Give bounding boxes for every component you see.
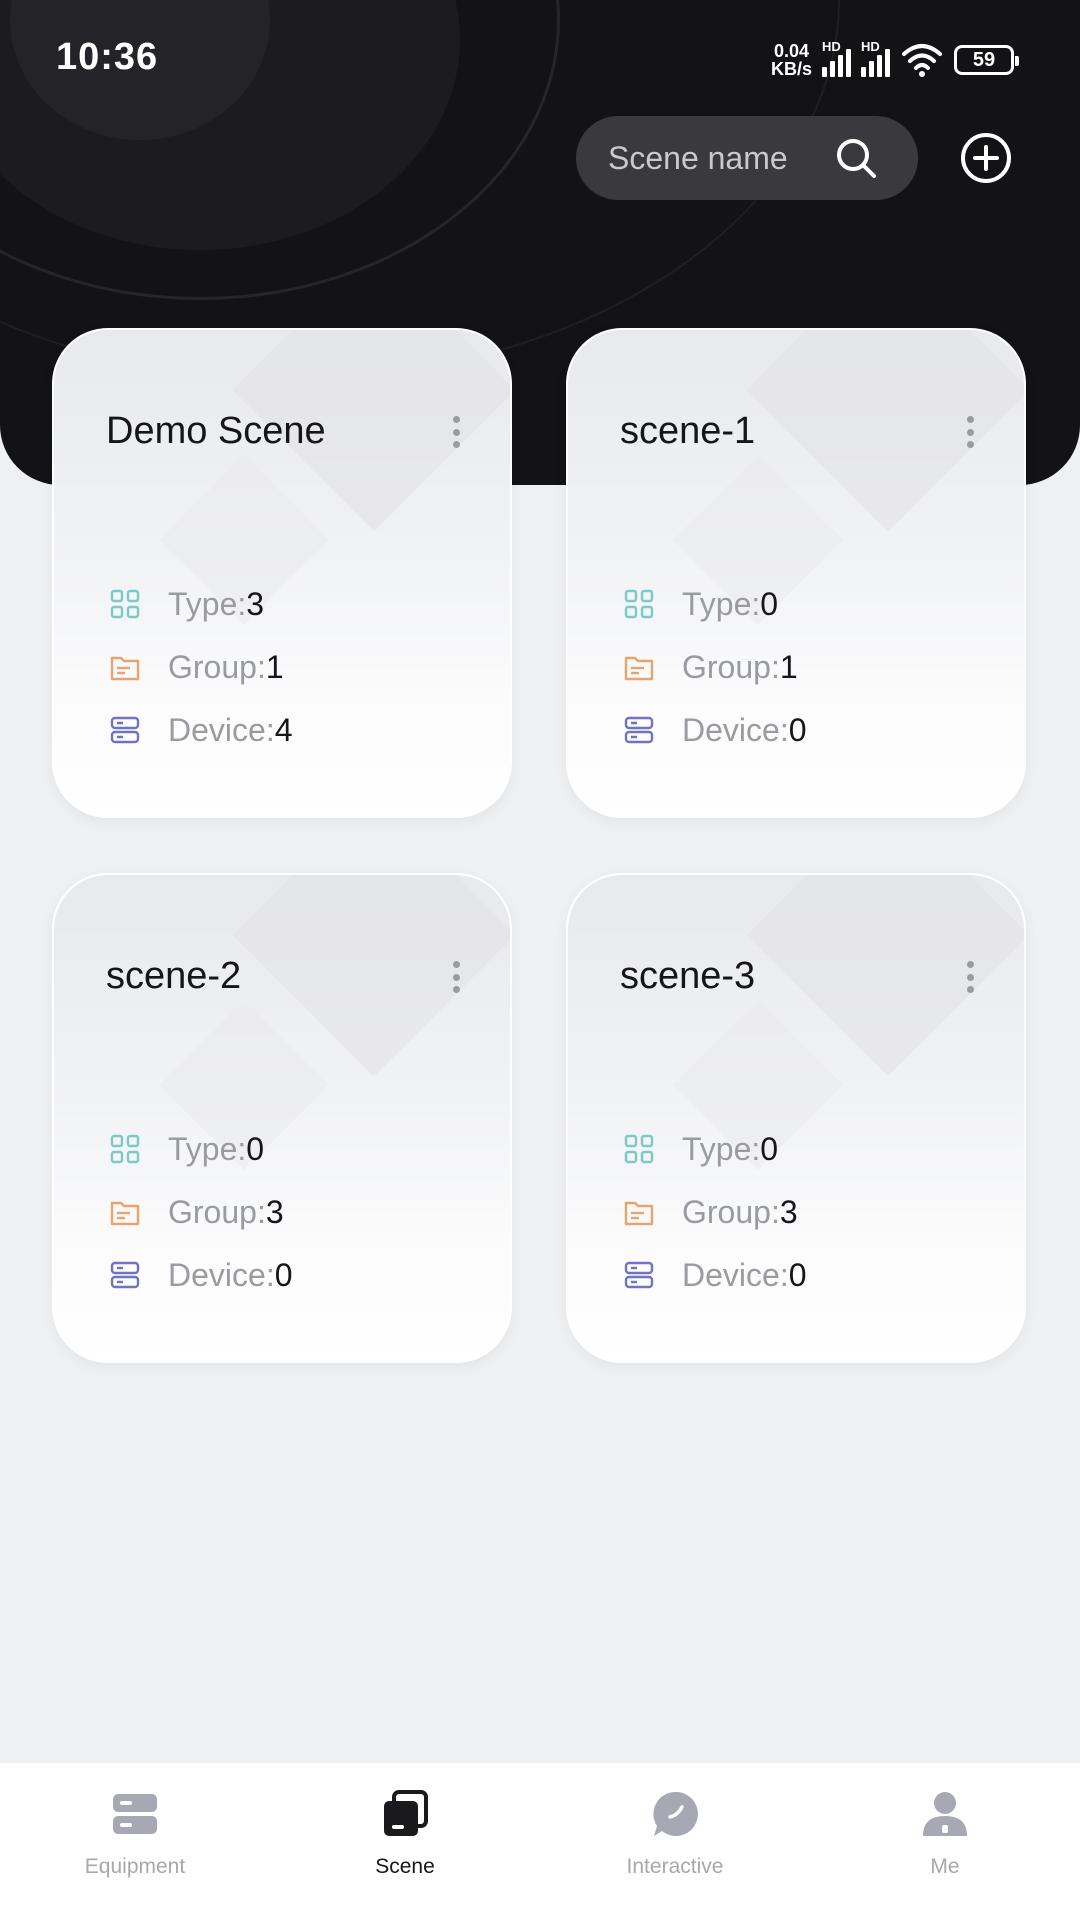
device-value: 0 <box>788 711 807 748</box>
type-stat: Type: 3 <box>110 584 264 624</box>
scene-card[interactable]: Demo Scene Type: 3 Group: 1 Device: 4 <box>52 328 512 818</box>
group-label: Group: <box>168 648 266 685</box>
scene-card[interactable]: scene-1 Type: 0 Group: 1 Device: 0 <box>566 328 1026 818</box>
group-value: 3 <box>265 1193 284 1230</box>
search-icon[interactable] <box>834 136 878 180</box>
type-stat: Type: 0 <box>110 1129 264 1169</box>
grid-icon <box>624 1134 654 1164</box>
scene-title: scene-1 <box>620 410 756 452</box>
network-speed-value: 0.04 <box>773 41 810 61</box>
wifi-icon <box>902 44 942 77</box>
type-value: 0 <box>246 1130 265 1167</box>
more-options-button[interactable] <box>960 412 980 452</box>
nav-item-me[interactable]: Me <box>810 1763 1080 1920</box>
status-indicators: 0.04 KB/s HD HD 59 <box>771 38 1019 82</box>
group-label: Group: <box>682 1193 780 1230</box>
device-value: 4 <box>274 711 293 748</box>
more-options-button[interactable] <box>960 957 980 997</box>
device-value: 0 <box>274 1256 293 1293</box>
device-label: Device: <box>682 1256 789 1293</box>
group-stat: Group: 1 <box>624 647 798 687</box>
scene-card[interactable]: scene-3 Type: 0 Group: 3 Device: 0 <box>566 873 1026 1363</box>
group-stat: Group: 3 <box>624 1192 798 1232</box>
device-label: Device: <box>168 711 275 748</box>
type-label: Type: <box>168 585 247 622</box>
device-value: 0 <box>788 1256 807 1293</box>
grid-icon <box>110 1134 140 1164</box>
device-stat: Device: 0 <box>624 1255 807 1295</box>
group-value: 3 <box>779 1193 798 1230</box>
signal-1-icon: HD <box>822 39 851 77</box>
status-time: 10:36 <box>56 36 159 78</box>
nav-label: Interactive <box>626 1855 724 1878</box>
nav-item-scene[interactable]: Scene <box>270 1763 540 1920</box>
folder-icon <box>624 656 654 681</box>
type-value: 0 <box>760 585 779 622</box>
device-label: Device: <box>168 1256 275 1293</box>
network-speed-unit: KB/s <box>770 59 812 79</box>
signal-2-icon: HD <box>861 39 890 77</box>
type-value: 0 <box>760 1130 779 1167</box>
network-speed: 0.04 KB/s <box>771 42 812 78</box>
scene-icon <box>384 1790 428 1836</box>
nav-item-interactive[interactable]: Interactive <box>540 1763 810 1920</box>
hd-label: HD <box>861 39 880 54</box>
group-stat: Group: 3 <box>110 1192 284 1232</box>
folder-icon <box>110 656 140 681</box>
device-label: Device: <box>682 711 789 748</box>
server-icon <box>624 716 654 744</box>
search-placeholder: Scene name <box>608 139 788 176</box>
type-label: Type: <box>682 1130 761 1167</box>
group-stat: Group: 1 <box>110 647 284 687</box>
device-stat: Device: 0 <box>624 710 807 750</box>
type-value: 3 <box>246 585 265 622</box>
more-options-button[interactable] <box>446 412 466 452</box>
group-label: Group: <box>168 1193 266 1230</box>
scene-list-screen: 10:36 0.04 KB/s HD HD 59 Scene name Demo… <box>0 0 1080 1920</box>
grid-icon <box>110 589 140 619</box>
add-scene-button[interactable] <box>960 132 1012 184</box>
type-stat: Type: 0 <box>624 584 778 624</box>
scene-card[interactable]: scene-2 Type: 0 Group: 3 Device: 0 <box>52 873 512 1363</box>
server-icon <box>110 1261 140 1289</box>
server-icon <box>110 716 140 744</box>
nav-label: Me <box>930 1855 960 1878</box>
chat-icon <box>653 1791 698 1836</box>
scene-title: scene-3 <box>620 955 756 997</box>
more-options-button[interactable] <box>446 957 466 997</box>
device-stat: Device: 0 <box>110 1255 293 1295</box>
person-icon <box>923 1792 967 1836</box>
equipment-icon <box>113 1794 157 1834</box>
group-value: 1 <box>265 648 284 685</box>
group-value: 1 <box>779 648 798 685</box>
scene-title: Demo Scene <box>106 410 326 452</box>
nav-label: Equipment <box>84 1855 186 1878</box>
battery-indicator: 59 <box>954 45 1019 75</box>
search-input[interactable]: Scene name <box>576 116 918 200</box>
grid-icon <box>624 589 654 619</box>
scene-title: scene-2 <box>106 955 242 997</box>
type-label: Type: <box>168 1130 247 1167</box>
nav-label: Scene <box>375 1855 435 1878</box>
type-label: Type: <box>682 585 761 622</box>
server-icon <box>624 1261 654 1289</box>
status-bar: 10:36 0.04 KB/s HD HD 59 <box>0 0 1080 118</box>
bottom-navigation: Equipment Scene Interactive Me <box>0 1763 1080 1920</box>
folder-icon <box>110 1201 140 1226</box>
folder-icon <box>624 1201 654 1226</box>
type-stat: Type: 0 <box>624 1129 778 1169</box>
hd-label: HD <box>822 39 841 54</box>
nav-item-equipment[interactable]: Equipment <box>0 1763 270 1920</box>
group-label: Group: <box>682 648 780 685</box>
device-stat: Device: 4 <box>110 710 293 750</box>
